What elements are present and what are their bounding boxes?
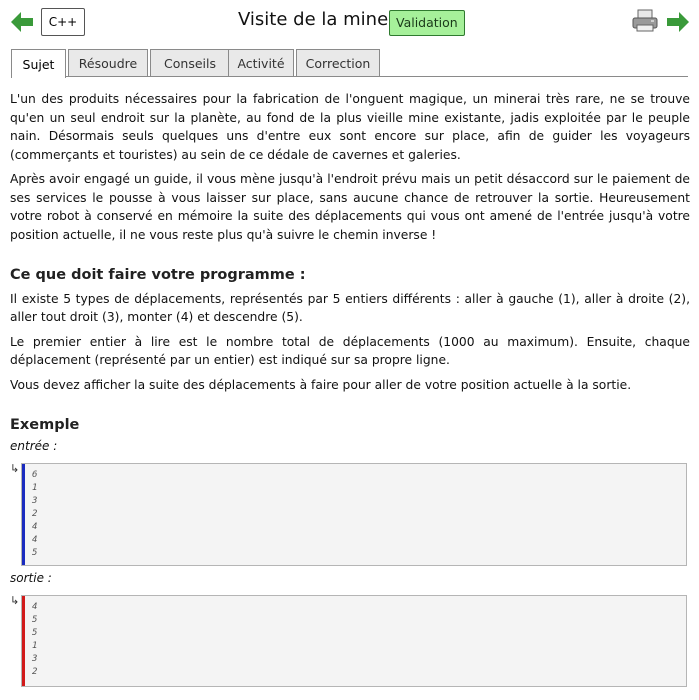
example-output-box: 4 5 5 1 3 2 [21, 595, 687, 687]
heading-task: Ce que doit faire votre programme : [10, 267, 306, 283]
problem-statement: L'un des produits nécessaires pour la fa… [10, 90, 690, 455]
validation-button[interactable]: Validation [389, 10, 465, 36]
example-output-line: 2 [32, 667, 38, 677]
example-input-line: 4 [32, 522, 38, 532]
tab-activite[interactable]: Activité [228, 49, 294, 76]
next-arrow-icon[interactable] [666, 11, 690, 33]
tab-correction[interactable]: Correction [296, 49, 380, 76]
example-input-line: 1 [32, 483, 38, 493]
example-output-line: 4 [32, 602, 38, 612]
top-toolbar: C++ Visite de la mine Validation [0, 0, 699, 44]
tab-resoudre[interactable]: Résoudre [68, 49, 148, 76]
example-input-line: 5 [32, 548, 38, 558]
example-output-line: 5 [32, 615, 38, 625]
output-color-bar [22, 596, 25, 686]
example-output-line: 1 [32, 641, 38, 651]
example-input-line: 2 [32, 509, 38, 519]
example-input-line: 6 [32, 470, 38, 480]
input-color-bar [22, 464, 25, 565]
return-arrow-icon: ↳ [10, 594, 20, 607]
page-title: Visite de la mine [238, 9, 389, 30]
paragraph-story: Après avoir engagé un guide, il vous mèn… [10, 172, 690, 242]
example-input-line: 4 [32, 535, 38, 545]
language-button[interactable]: C++ [41, 8, 85, 36]
input-label: entrée : [10, 438, 58, 453]
paragraph-output-format: Vous devez afficher la suite des déplace… [10, 377, 632, 392]
tab-conseils[interactable]: Conseils [150, 49, 230, 76]
output-label: sortie : [10, 571, 52, 585]
printer-icon[interactable] [632, 9, 658, 33]
example-output-line: 3 [32, 654, 38, 664]
tab-sujet[interactable]: Sujet [11, 49, 66, 78]
paragraph-intro: L'un des produits nécessaires pour la fa… [10, 92, 690, 162]
return-arrow-icon: ↳ [10, 462, 20, 475]
heading-example: Exemple [10, 417, 80, 433]
paragraph-input-format: Le premier entier à lire est le nombre t… [10, 334, 690, 368]
paragraph-moves: Il existe 5 types de déplacements, repré… [10, 291, 690, 325]
previous-arrow-icon[interactable] [10, 11, 34, 33]
example-output-line: 5 [32, 628, 38, 638]
example-input-lines: 6 1 3 2 4 4 5 [32, 469, 37, 560]
example-input-line: 3 [32, 496, 38, 506]
example-output-lines: 4 5 5 1 3 2 [32, 601, 37, 679]
tab-divider [11, 76, 688, 77]
example-input-box: 6 1 3 2 4 4 5 [21, 463, 687, 566]
